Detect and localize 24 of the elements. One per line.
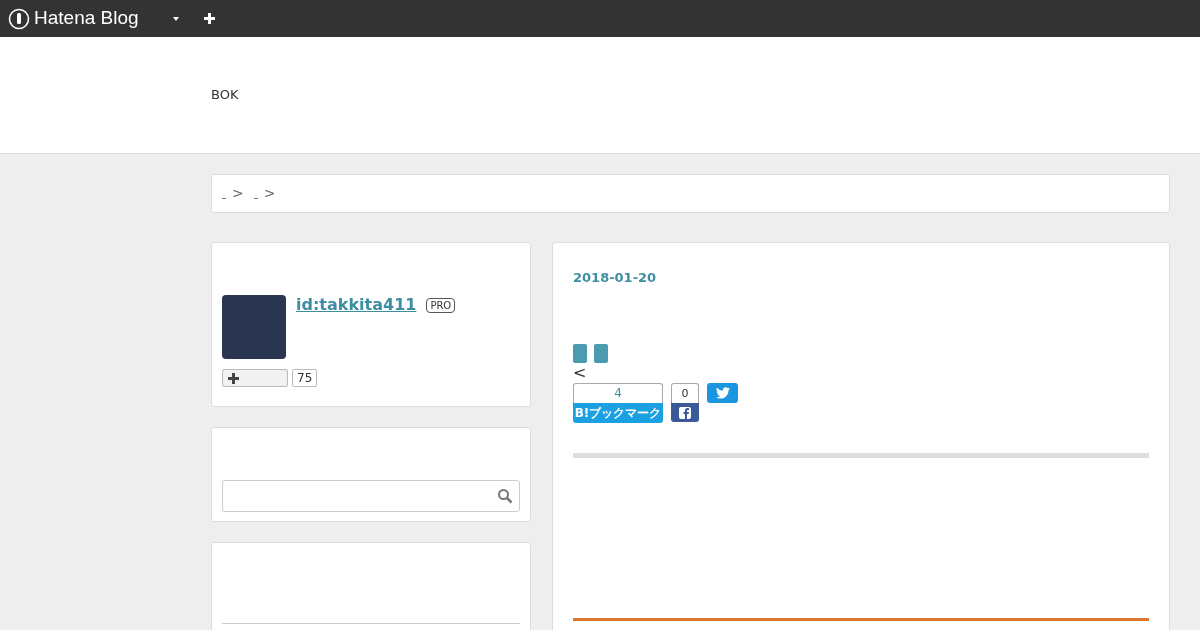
user-id-link[interactable]: id:takkita411	[296, 293, 417, 317]
search-icon[interactable]	[497, 488, 513, 504]
follow-button[interactable]	[222, 369, 288, 387]
logo-text[interactable]: Hatena Blog	[34, 4, 139, 33]
entry-date[interactable]: 2018-01-20	[573, 270, 657, 285]
caret-icon[interactable]	[172, 16, 179, 21]
facebook-button[interactable]	[671, 403, 699, 422]
breadcrumb-link[interactable]	[222, 196, 226, 199]
facebook-icon	[679, 406, 691, 419]
bird-icon	[715, 387, 730, 399]
breadcrumb-separator: >	[232, 184, 244, 203]
search-field[interactable]	[222, 480, 520, 512]
photo-placeholder	[222, 295, 286, 359]
blog-title[interactable]: BOK	[211, 84, 239, 105]
twitter-button[interactable]	[707, 383, 738, 403]
plus-icon[interactable]	[203, 13, 215, 24]
plus-icon	[228, 372, 239, 384]
pro-badge: PRO	[426, 297, 456, 313]
bookmark-button[interactable]: B!ブックマーク	[573, 403, 663, 423]
breadcrumb-link[interactable]	[253, 196, 258, 199]
follower-count: 75	[292, 369, 318, 387]
entry-title: <	[573, 363, 588, 383]
hatena-logo-icon	[8, 7, 30, 30]
breadcrumb-separator: >	[263, 184, 276, 203]
